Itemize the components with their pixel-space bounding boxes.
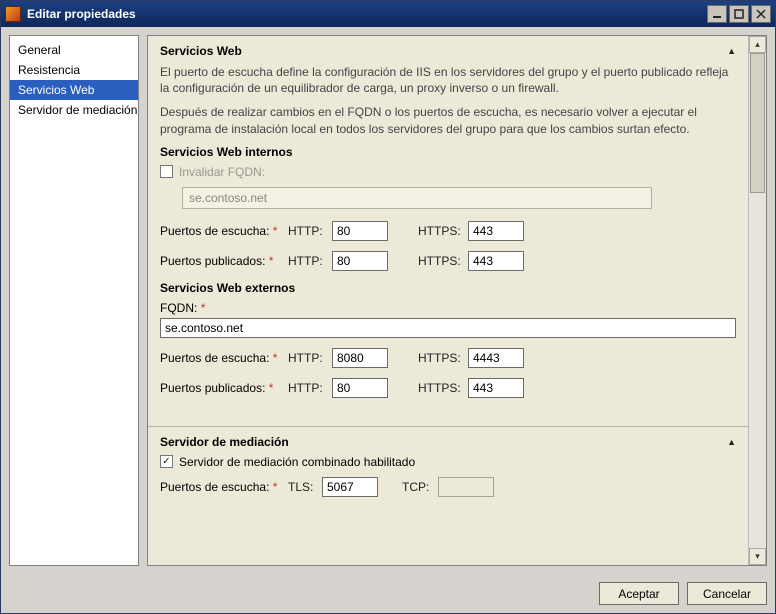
- override-fqdn-label: Invalidar FQDN:: [179, 165, 265, 179]
- web-desc-1: El puerto de escucha define la configura…: [160, 64, 736, 96]
- window-title: Editar propiedades: [27, 7, 705, 21]
- chevron-up-icon: ▲: [727, 437, 736, 447]
- section-body-web: El puerto de escucha define la configura…: [148, 62, 748, 416]
- mediation-tls-label: TLS:: [288, 480, 316, 494]
- content-wrap: Servicios Web ▲ El puerto de escucha def…: [147, 35, 767, 566]
- content-inner: Servicios Web ▲ El puerto de escucha def…: [148, 36, 748, 565]
- maximize-button[interactable]: [729, 5, 749, 23]
- internal-listen-label: Puertos de escucha: *: [160, 224, 282, 238]
- sidebar-item-general[interactable]: General: [10, 40, 138, 60]
- internal-listen-https-input[interactable]: [468, 221, 524, 241]
- mediation-listen-row: Puertos de escucha: * TLS: TCP:: [160, 477, 736, 497]
- internal-published-https-input[interactable]: [468, 251, 524, 271]
- colocated-row: Servidor de mediación combinado habilita…: [160, 455, 736, 469]
- chevron-up-icon: ▲: [727, 46, 736, 56]
- client-area: General Resistencia Servicios Web Servid…: [1, 27, 775, 574]
- close-icon: [756, 9, 766, 19]
- scroll-down-arrow-icon[interactable]: ▾: [749, 548, 766, 565]
- scrollbar-track[interactable]: [749, 53, 766, 548]
- vertical-scrollbar[interactable]: ▴ ▾: [748, 36, 766, 565]
- internal-published-http-label: HTTP:: [288, 254, 326, 268]
- section-header-mediation[interactable]: Servidor de mediación ▲: [148, 427, 748, 453]
- section-title-mediation: Servidor de mediación: [160, 435, 289, 449]
- mediation-tcp-label: TCP:: [402, 480, 432, 494]
- cancel-button[interactable]: Cancelar: [687, 582, 767, 605]
- section-body-mediation: Servidor de mediación combinado habilita…: [148, 453, 748, 515]
- ok-button[interactable]: Aceptar: [599, 582, 679, 605]
- mediation-listen-label: Puertos de escucha: *: [160, 480, 282, 494]
- external-published-http-input[interactable]: [332, 378, 388, 398]
- override-fqdn-checkbox[interactable]: [160, 165, 173, 178]
- internal-fqdn-field: se.contoso.net: [182, 187, 652, 209]
- sidebar-item-resistencia[interactable]: Resistencia: [10, 60, 138, 80]
- mediation-tls-input[interactable]: [322, 477, 378, 497]
- close-button[interactable]: [751, 5, 771, 23]
- minimize-icon: [712, 9, 722, 19]
- section-title-web: Servicios Web: [160, 44, 242, 58]
- internal-published-label: Puertos publicados: *: [160, 254, 282, 268]
- internal-published-row: Puertos publicados: * HTTP: HTTPS:: [160, 251, 736, 271]
- dialog-footer: Aceptar Cancelar: [1, 574, 775, 613]
- sidebar-item-servidor-mediacion[interactable]: Servidor de mediación: [10, 100, 138, 120]
- internal-listen-https-label: HTTPS:: [418, 224, 462, 238]
- external-listen-http-label: HTTP:: [288, 351, 326, 365]
- external-published-https-label: HTTPS:: [418, 381, 462, 395]
- colocated-label: Servidor de mediación combinado habilita…: [179, 455, 415, 469]
- internal-listen-http-input[interactable]: [332, 221, 388, 241]
- internal-subhead: Servicios Web internos: [160, 145, 736, 159]
- external-published-http-label: HTTP:: [288, 381, 326, 395]
- section-header-web[interactable]: Servicios Web ▲: [148, 36, 748, 62]
- scroll-up-arrow-icon[interactable]: ▴: [749, 36, 766, 53]
- override-fqdn-row: Invalidar FQDN:: [160, 165, 736, 179]
- external-listen-row: Puertos de escucha: * HTTP: HTTPS:: [160, 348, 736, 368]
- content-panel: Servicios Web ▲ El puerto de escucha def…: [147, 35, 767, 566]
- external-fqdn-block: FQDN: *: [160, 301, 736, 338]
- scrollbar-thumb[interactable]: [750, 53, 765, 193]
- external-fqdn-label: FQDN: *: [160, 301, 736, 315]
- external-listen-label: Puertos de escucha: *: [160, 351, 282, 365]
- internal-published-https-label: HTTPS:: [418, 254, 462, 268]
- external-published-https-input[interactable]: [468, 378, 524, 398]
- minimize-button[interactable]: [707, 5, 727, 23]
- maximize-icon: [734, 9, 744, 19]
- titlebar: Editar propiedades: [1, 1, 775, 27]
- external-fqdn-input[interactable]: [160, 318, 736, 338]
- app-icon: [5, 6, 21, 22]
- sidebar-item-servicios-web[interactable]: Servicios Web: [10, 80, 138, 100]
- external-published-label: Puertos publicados: *: [160, 381, 282, 395]
- colocated-checkbox[interactable]: [160, 455, 173, 468]
- internal-published-http-input[interactable]: [332, 251, 388, 271]
- external-subhead: Servicios Web externos: [160, 281, 736, 295]
- external-published-row: Puertos publicados: * HTTP: HTTPS:: [160, 378, 736, 398]
- sidebar: General Resistencia Servicios Web Servid…: [9, 35, 139, 566]
- external-listen-https-input[interactable]: [468, 348, 524, 368]
- internal-listen-row: Puertos de escucha: * HTTP: HTTPS:: [160, 221, 736, 241]
- external-listen-https-label: HTTPS:: [418, 351, 462, 365]
- external-listen-http-input[interactable]: [332, 348, 388, 368]
- dialog-window: Editar propiedades General Resistencia S…: [0, 0, 776, 614]
- mediation-tcp-input: [438, 477, 494, 497]
- web-desc-2: Después de realizar cambios en el FQDN o…: [160, 104, 736, 136]
- internal-listen-http-label: HTTP:: [288, 224, 326, 238]
